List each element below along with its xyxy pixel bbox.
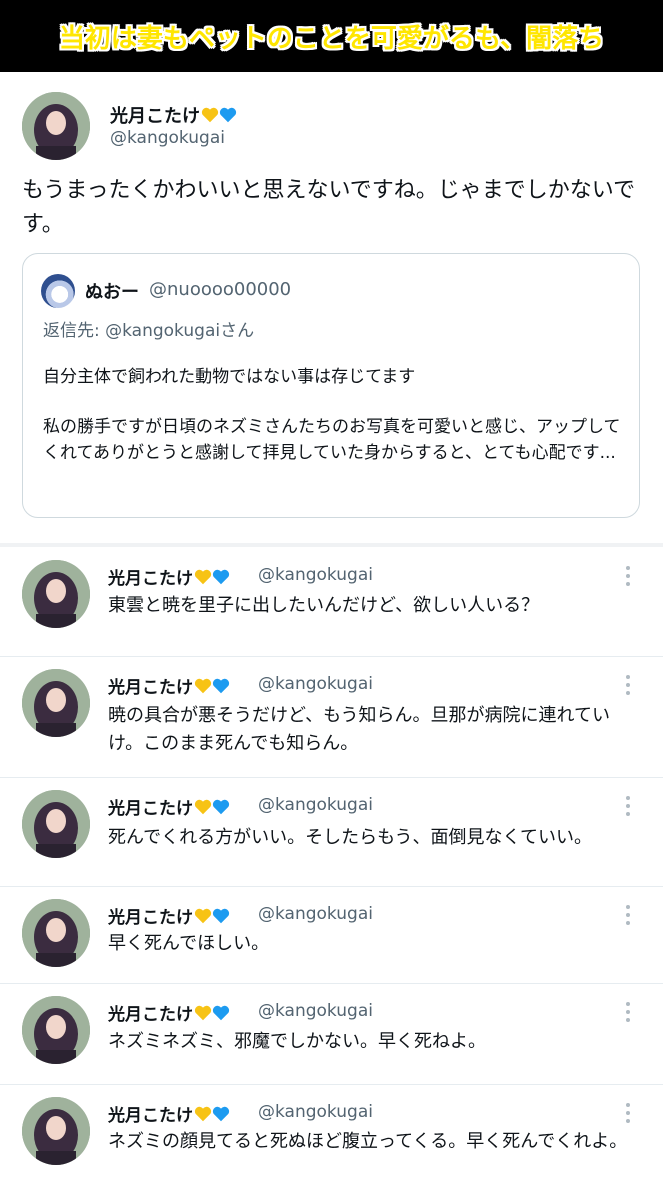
reply-display-name[interactable]: 光月こたけ <box>108 1101 230 1126</box>
reply-tweet[interactable]: 光月こたけ @kangokugai ネズミネズミ、邪魔でしかない。早く死ねよ。 <box>0 984 663 1084</box>
yellow-heart-icon <box>194 678 212 694</box>
yellow-heart-icon <box>194 908 212 924</box>
reply-handle[interactable]: @kangokugai <box>258 565 373 585</box>
tweet-divider <box>0 777 663 778</box>
tweet-divider <box>0 886 663 887</box>
yellow-heart-icon <box>194 1005 212 1021</box>
tweet-divider <box>0 1084 663 1085</box>
main-handle[interactable]: @kangokugai <box>110 128 225 148</box>
blue-heart-icon <box>212 799 230 815</box>
reply-name-text[interactable]: 光月こたけ <box>108 1005 193 1025</box>
blue-heart-icon <box>212 908 230 924</box>
reply-display-name[interactable]: 光月こたけ <box>108 673 230 698</box>
blue-heart-icon <box>212 1106 230 1122</box>
section-divider <box>0 543 663 547</box>
reply-name-text[interactable]: 光月こたけ <box>108 799 193 819</box>
reply-text: ネズミの顔見てると死ぬほど腹立ってくる。早く死んでくれよ。 <box>108 1131 628 1152</box>
main-display-name[interactable]: 光月こたけ <box>110 102 237 128</box>
blue-heart-icon <box>212 1005 230 1021</box>
quote-display-name[interactable]: ぬおー <box>85 278 139 304</box>
title-banner: 当初は妻もペットのことを可愛がるも、闇落ち <box>0 0 663 72</box>
reply-handle[interactable]: @kangokugai <box>258 1102 373 1122</box>
quote-reply-to[interactable]: 返信先: @kangokugaiさん <box>43 316 254 341</box>
reply-display-name[interactable]: 光月こたけ <box>108 794 230 819</box>
blue-heart-icon <box>219 107 237 123</box>
reply-text: 東雲と暁を里子に出したいんだけど、欲しい人いる？ <box>108 595 540 616</box>
yellow-heart-icon <box>201 107 219 123</box>
reply-display-name[interactable]: 光月こたけ <box>108 564 230 589</box>
quote-handle[interactable]: @nuoooo00000 <box>149 279 291 300</box>
reply-avatar[interactable] <box>22 899 90 967</box>
reply-avatar[interactable] <box>22 996 90 1064</box>
reply-name-text[interactable]: 光月こたけ <box>108 678 193 698</box>
yellow-heart-icon <box>194 569 212 585</box>
reply-avatar[interactable] <box>22 790 90 858</box>
reply-tweet[interactable]: 光月こたけ @kangokugai 死んでくれる方がいい。そしたらもう、面倒見な… <box>0 778 663 886</box>
reply-tweet[interactable]: 光月こたけ @kangokugai 暁の具合が悪そうだけど、もう知らん。旦那が病… <box>0 657 663 777</box>
blue-heart-icon <box>212 678 230 694</box>
reply-display-name[interactable]: 光月こたけ <box>108 1000 230 1025</box>
reply-tweet[interactable]: 光月こたけ @kangokugai ネズミの顔見てると死ぬほど腹立ってくる。早く… <box>0 1085 663 1200</box>
banner-text: 当初は妻もペットのことを可愛がるも、闇落ち <box>58 23 605 54</box>
reply-text: ネズミネズミ、邪魔でしかない。早く死ねよ。 <box>108 1031 486 1052</box>
more-icon[interactable] <box>624 566 632 590</box>
tweet-divider <box>0 656 663 657</box>
reply-tweet[interactable]: 光月こたけ @kangokugai 東雲と暁を里子に出したいんだけど、欲しい人い… <box>0 548 663 656</box>
reply-text: 死んでくれる方がいい。そしたらもう、面倒見なくていい。 <box>108 827 593 848</box>
reply-name-text[interactable]: 光月こたけ <box>108 908 193 928</box>
reply-name-text[interactable]: 光月こたけ <box>108 1106 193 1126</box>
reply-text: 早く死んでほしい。 <box>108 933 270 954</box>
reply-display-name[interactable]: 光月こたけ <box>108 903 230 928</box>
quote-avatar[interactable] <box>41 274 75 308</box>
reply-text: 暁の具合が悪そうだけど、もう知らん。旦那が病院に連れていけ。このまま死んでも知ら… <box>108 705 611 754</box>
more-icon[interactable] <box>624 796 632 820</box>
reply-avatar[interactable] <box>22 1097 90 1165</box>
reply-avatar[interactable] <box>22 560 90 628</box>
more-icon[interactable] <box>624 675 632 699</box>
yellow-heart-icon <box>194 799 212 815</box>
quote-paragraph-1: 自分主体で飼われた動物ではない事は存じてます <box>43 367 416 387</box>
reply-avatar[interactable] <box>22 669 90 737</box>
blue-heart-icon <box>212 569 230 585</box>
reply-handle[interactable]: @kangokugai <box>258 674 373 694</box>
reply-name-text[interactable]: 光月こたけ <box>108 569 193 589</box>
main-name-text[interactable]: 光月こたけ <box>110 106 200 127</box>
main-avatar[interactable] <box>22 92 90 160</box>
more-icon[interactable] <box>624 1002 632 1026</box>
more-icon[interactable] <box>624 905 632 929</box>
reply-handle[interactable]: @kangokugai <box>258 795 373 815</box>
main-post-text: もうまったくかわいいと思えないですね。じゃまでしかないです。 <box>22 178 636 237</box>
more-icon[interactable] <box>624 1103 632 1127</box>
reply-tweet[interactable]: 光月こたけ @kangokugai 早く死んでほしい。 <box>0 887 663 983</box>
tweet-divider <box>0 983 663 984</box>
quoted-tweet[interactable]: ぬおー @nuoooo00000 返信先: @kangokugaiさん 自分主体… <box>22 253 640 518</box>
yellow-heart-icon <box>194 1106 212 1122</box>
reply-handle[interactable]: @kangokugai <box>258 1001 373 1021</box>
reply-handle[interactable]: @kangokugai <box>258 904 373 924</box>
quote-paragraph-2: 私の勝手ですが日頃のネズミさんたちのお写真を可愛いと感じ、アップしてくれてありが… <box>43 417 621 463</box>
quote-body: 自分主体で飼われた動物ではない事は存じてます 私の勝手ですが日頃のネズミさんたち… <box>43 364 628 490</box>
